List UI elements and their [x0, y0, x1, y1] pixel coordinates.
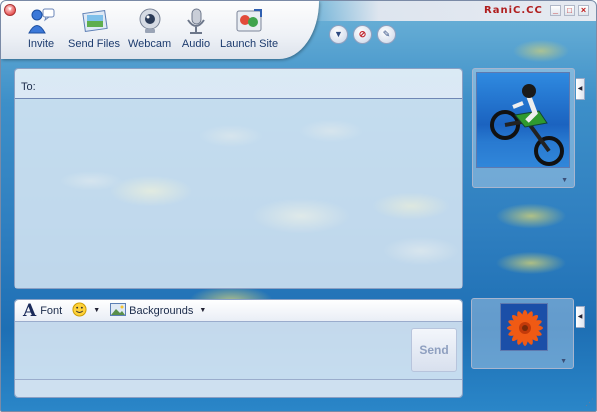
webcam-label: Webcam — [128, 38, 172, 50]
backgrounds-button[interactable]: Backgrounds ▼ — [110, 302, 207, 319]
conversation-panel: To: — [14, 68, 463, 289]
minimize-button[interactable]: _ — [550, 5, 561, 16]
send-files-label: Send Files — [68, 38, 120, 50]
audio-button[interactable]: Audio — [181, 6, 211, 50]
to-field: To: — [15, 69, 462, 99]
brand-logo: RaniC.CC — [484, 5, 543, 16]
compose-status-strip — [15, 379, 462, 397]
chevron-down-icon: ▼ — [93, 307, 101, 314]
message-input[interactable] — [15, 322, 462, 379]
launch-site-button[interactable]: Launch Site — [220, 6, 278, 50]
chevron-down-icon[interactable]: ▼ — [560, 358, 567, 365]
font-label: Font — [40, 304, 63, 317]
to-label: To: — [21, 81, 36, 93]
orange-flower-picture — [500, 303, 548, 351]
invite-button[interactable]: Invite — [26, 6, 56, 50]
collapse-contact-picture-button[interactable]: ◀ — [576, 78, 585, 100]
font-icon: A — [23, 300, 37, 321]
launch-site-icon — [234, 6, 264, 36]
backgrounds-label: Backgrounds — [129, 304, 194, 317]
send-button[interactable]: Send — [411, 328, 457, 372]
maximize-button[interactable]: □ — [564, 5, 575, 16]
dropdown-arrow-icon[interactable]: ▼ — [329, 25, 348, 44]
close-button[interactable]: × — [578, 5, 589, 16]
paint-brush-icon[interactable]: ✎ — [377, 25, 396, 44]
emoticon-button[interactable]: ▼ — [72, 301, 101, 320]
invite-person-icon — [26, 6, 56, 36]
resize-grip-icon[interactable]: ⋰ — [585, 397, 594, 408]
chevron-down-icon: ▼ — [199, 307, 207, 314]
invite-label: Invite — [27, 38, 55, 50]
main-toolbar: ▾ Invite Send Files Webcam Audio Launch … — [1, 1, 319, 59]
system-menu-icon[interactable]: ▾ — [4, 4, 16, 16]
block-icon[interactable]: ⊘ — [353, 25, 372, 44]
self-display-picture-frame[interactable]: ▼ — [471, 298, 574, 369]
send-files-icon — [79, 6, 109, 36]
webcam-button[interactable]: Webcam — [128, 6, 171, 50]
collapse-self-picture-button[interactable]: ◀ — [576, 306, 585, 328]
chevron-down-icon[interactable]: ▼ — [561, 177, 568, 184]
backgrounds-icon — [110, 302, 127, 319]
smiley-icon — [72, 301, 87, 320]
font-button[interactable]: A Font — [23, 302, 62, 320]
send-files-button[interactable]: Send Files — [68, 6, 120, 50]
conversation-window: RaniC.CC _ □ × ▾ Invite Send Files Webca… — [0, 0, 597, 412]
message-history[interactable] — [15, 99, 462, 288]
launch-site-label: Launch Site — [220, 38, 279, 50]
audio-label: Audio — [181, 38, 211, 50]
compose-panel: A Font ▼ Backgrounds ▼ Send — [14, 299, 463, 398]
webcam-icon — [135, 6, 165, 36]
formatting-toolbar: A Font ▼ Backgrounds ▼ — [15, 300, 462, 322]
contact-display-picture-frame[interactable]: ▼ — [472, 68, 575, 188]
motocross-rider-picture — [476, 72, 570, 168]
microphone-icon — [181, 6, 211, 36]
